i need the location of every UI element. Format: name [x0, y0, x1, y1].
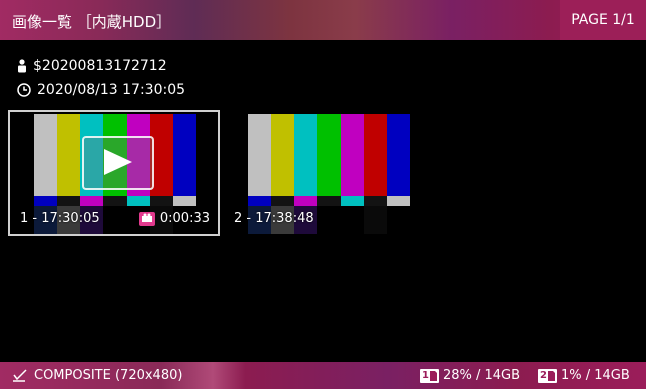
bar: [340, 114, 364, 198]
bar: [248, 114, 272, 198]
slot-1-usage: 28% / 14GB: [442, 368, 521, 383]
sd-slot-2-icon: 2: [538, 368, 557, 383]
bar: [386, 114, 410, 198]
slot-2-usage: 1% / 14GB: [560, 368, 630, 383]
duration-text: 0:00:33: [159, 211, 210, 226]
color-bars: [248, 114, 410, 198]
slot-2-storage: 2 1% / 14GB: [538, 368, 630, 383]
slot-number: 2: [540, 369, 547, 381]
bar: [294, 114, 318, 198]
user-id: $20200813172712: [33, 58, 167, 74]
play-icon: [104, 149, 132, 175]
page-indicator: PAGE 1/1: [560, 0, 646, 40]
slot-number: 1: [422, 369, 429, 381]
user-row: $20200813172712: [17, 58, 167, 74]
bar: [271, 114, 295, 198]
input-mode-label: COMPOSITE (720x480): [34, 368, 183, 383]
bar: [57, 114, 81, 198]
clock-icon: [17, 83, 31, 97]
sub-bars: [248, 196, 410, 206]
user-icon: [18, 59, 26, 73]
bar: [34, 114, 58, 198]
page-title: 画像一覧 ［内蔵HDD］: [12, 13, 172, 31]
sub-bars: [34, 196, 196, 206]
thumbnail-label: 2 - 17:38:48: [234, 211, 314, 226]
play-button[interactable]: [82, 136, 154, 190]
sd-slot-1-icon: 1: [420, 368, 439, 383]
status-bar: COMPOSITE (720x480) 1 28% / 14GB 2 1% / …: [0, 362, 646, 389]
bar: [363, 114, 387, 198]
thumbnail-2[interactable]: 2 - 17:38:48: [224, 112, 432, 234]
slot-1-storage: 1 28% / 14GB: [420, 368, 520, 383]
input-source-icon: [13, 369, 27, 382]
video-icon: [138, 211, 155, 226]
title-bar: 画像一覧 ［内蔵HDD］ PAGE 1/1: [0, 0, 646, 40]
thumbnail-label: 1 - 17:30:05: [20, 211, 100, 226]
input-mode: COMPOSITE (720x480): [12, 368, 182, 383]
datetime-row: 2020/08/13 17:30:05: [17, 82, 185, 98]
thumbnail-1[interactable]: 1 - 17:30:05 0:00:33: [8, 110, 220, 236]
bar: [172, 114, 196, 198]
bar: [317, 114, 341, 198]
video-duration: 0:00:33: [138, 211, 210, 226]
capture-datetime: 2020/08/13 17:30:05: [37, 82, 186, 98]
